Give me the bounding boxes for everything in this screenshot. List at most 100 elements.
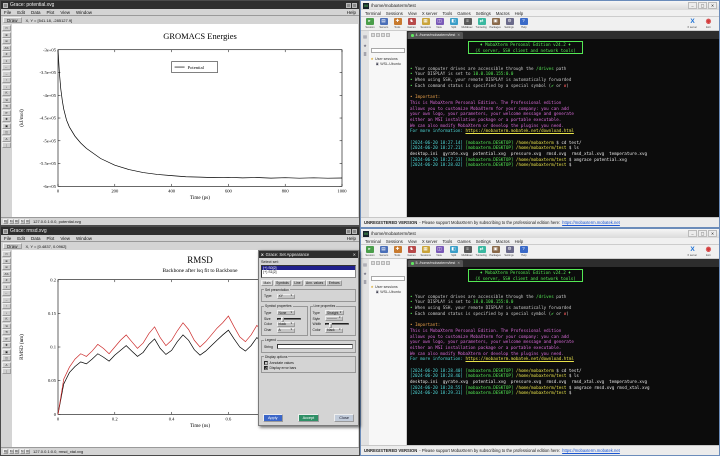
toolbar-session[interactable]: ▸Session [363, 246, 376, 257]
menu-sessions[interactable]: Sessions [386, 11, 403, 16]
menu-x-server[interactable]: X server [422, 11, 438, 16]
dialog-tab-symbols[interactable]: Symbols [274, 280, 292, 286]
grace-tool-item[interactable]: ✚ [2, 342, 11, 348]
terminal[interactable]: ♦ MobaXterm Personal Edition v24.2 ♦(X s… [407, 39, 719, 217]
grace-tool-item[interactable]: ⟲ [2, 103, 11, 109]
draw-button[interactable]: Draw [3, 243, 22, 249]
close-button[interactable]: Close [334, 414, 354, 422]
checkbox-box[interactable] [264, 361, 268, 365]
toolbar-split[interactable]: ◧Split [447, 246, 460, 257]
maximize-button[interactable] [352, 229, 357, 234]
toolbar-multiexec[interactable]: ≡MultiExec [461, 18, 474, 29]
set-list-item[interactable]: (+) S1[2] [262, 270, 355, 274]
sidebar-mini-icon[interactable] [386, 261, 390, 265]
menu-games[interactable]: Games [457, 239, 471, 244]
grace-tool-item[interactable]: ⋮ [2, 142, 11, 148]
session-tree-item-user-sessions[interactable]: ★User sessions [371, 57, 405, 61]
menu-data[interactable]: Data [31, 236, 41, 241]
sidebar-tab-icon[interactable]: ≣ [363, 280, 366, 285]
session-tree-item-wsl-ubuntu[interactable]: ▣WSL-Ubuntu [376, 62, 405, 66]
grace-tool-item[interactable]: ← [2, 290, 11, 296]
checkbox-display-error-bars[interactable]: ✓Display error bars [264, 366, 353, 370]
sidebar-mini-icon[interactable] [381, 33, 385, 37]
menu-games[interactable]: Games [457, 11, 471, 16]
status-button-bn[interactable]: Bn [9, 449, 14, 454]
slider-thumb[interactable] [281, 317, 284, 323]
session-tree-item-user-sessions[interactable]: ★User sessions [371, 285, 405, 289]
menu-edit[interactable]: Edit [17, 10, 25, 15]
mobatek-link[interactable]: https://mobaxterm.mobatek.net [562, 448, 620, 453]
style-select[interactable]: ———▼ [325, 316, 343, 321]
menu-help[interactable]: Help [347, 10, 356, 15]
set-type-select[interactable]: XY▼ [277, 294, 295, 299]
toolbar-sessions[interactable]: ▦Sessions [419, 246, 432, 257]
grace-tool-item[interactable]: ◫ [2, 355, 11, 361]
grace-tool-a[interactable]: A [2, 136, 11, 142]
maximize-button[interactable]: ▢ [698, 230, 707, 237]
grace-tool-item[interactable]: ⇱ [2, 90, 11, 96]
menu-x-server[interactable]: X server [422, 239, 438, 244]
toolbar-packages[interactable]: ▣Packages [489, 246, 502, 257]
grace-tool-item[interactable]: ⊕ [2, 258, 11, 264]
grace-tool-z[interactable]: Z [2, 277, 11, 283]
quick-connect-input[interactable] [371, 48, 405, 53]
sidebar-tab-icon[interactable]: ★ [363, 43, 367, 48]
menu-terminal[interactable]: Terminal [365, 11, 381, 16]
menu-settings[interactable]: Settings [476, 11, 491, 16]
grace-tool-item[interactable]: → [2, 297, 11, 303]
menu-data[interactable]: Data [31, 10, 41, 15]
grace-tool-item[interactable]: ↑ [2, 77, 11, 83]
session-tree-item-wsl-ubuntu[interactable]: ▣WSL-Ubuntu [376, 290, 405, 294]
status-button-pg[interactable]: Pg [3, 219, 8, 224]
grace-tool-item[interactable]: ✚ [2, 116, 11, 122]
size-slider[interactable] [277, 318, 301, 320]
toolbar-tools[interactable]: ✚Tools [391, 18, 404, 29]
quick-connect-input[interactable] [371, 276, 405, 281]
status-button-dl[interactable]: Dl [25, 219, 30, 224]
toolbar-sessions[interactable]: ▦Sessions [419, 18, 432, 29]
menu-plot[interactable]: Plot [47, 236, 55, 241]
toolbar-help[interactable]: ?Help [517, 18, 530, 29]
grace-tool-item[interactable]: ⇲ [2, 323, 11, 329]
titlebar[interactable]: M /home/mobaxterm/test – ▢ ✕ [361, 229, 719, 238]
grace-tool-item[interactable]: ⟳ [2, 110, 11, 116]
menu-settings[interactable]: Settings [476, 239, 491, 244]
type-select[interactable]: None▼ [277, 310, 295, 315]
close-button[interactable]: ✕ [708, 2, 717, 9]
grace-tool-as[interactable]: AS [2, 271, 11, 277]
char-select[interactable]: A▼ [277, 328, 295, 333]
sidebar-tab-icon[interactable]: ▤ [363, 262, 367, 267]
sidebar-tab-icon[interactable]: ★ [363, 271, 367, 276]
toolbar-games[interactable]: ♞Games [405, 18, 418, 29]
titlebar[interactable]: M /home/mobaxterm/test – ▢ ✕ [361, 1, 719, 10]
grace-tool-item[interactable]: ↑ [2, 303, 11, 309]
grace-tool-item[interactable]: ← [2, 64, 11, 70]
sidebar-mini-icon[interactable] [371, 33, 375, 37]
grace-tool-item[interactable]: → [2, 71, 11, 77]
grace-tool-z[interactable]: Z [2, 51, 11, 57]
toolbar-tunneling[interactable]: ⇄Tunneling [475, 246, 488, 257]
grace-tool-item[interactable]: ↓ [2, 84, 11, 90]
grace-tool-item[interactable]: ▣ [2, 123, 11, 129]
toolbar-exit[interactable]: ◉Exit [702, 246, 715, 257]
menu-tools[interactable]: Tools [442, 11, 452, 16]
menu-file[interactable]: File [4, 236, 11, 241]
slider-thumb[interactable] [329, 323, 332, 329]
sidebar-mini-icon[interactable] [371, 261, 375, 265]
menu-help[interactable]: Help [515, 11, 524, 16]
grace-tool-item[interactable]: ⇱ [2, 316, 11, 322]
grace-tool-item[interactable]: ↓ [2, 310, 11, 316]
menu-file[interactable]: File [4, 10, 11, 15]
mobatek-link[interactable]: https://mobaxterm.mobatek.net [562, 220, 620, 225]
menu-tools[interactable]: Tools [442, 239, 452, 244]
grace-tool-item[interactable]: ⟲ [2, 329, 11, 335]
terminal[interactable]: ♦ MobaXterm Personal Edition v24.2 ♦(X s… [407, 267, 719, 445]
menu-macros[interactable]: Macros [496, 239, 510, 244]
grace-tool-item[interactable]: ⊖ [2, 264, 11, 270]
grace-tool-item[interactable]: ⋮ [2, 368, 11, 374]
tab-close-icon[interactable]: ✕ [457, 260, 460, 267]
titlebar[interactable]: Grace: potential.xvg [1, 1, 359, 9]
maximize-button[interactable]: ▢ [698, 2, 707, 9]
grace-tool-item[interactable]: ⇲ [2, 97, 11, 103]
sidebar-mini-icon[interactable] [386, 33, 390, 37]
